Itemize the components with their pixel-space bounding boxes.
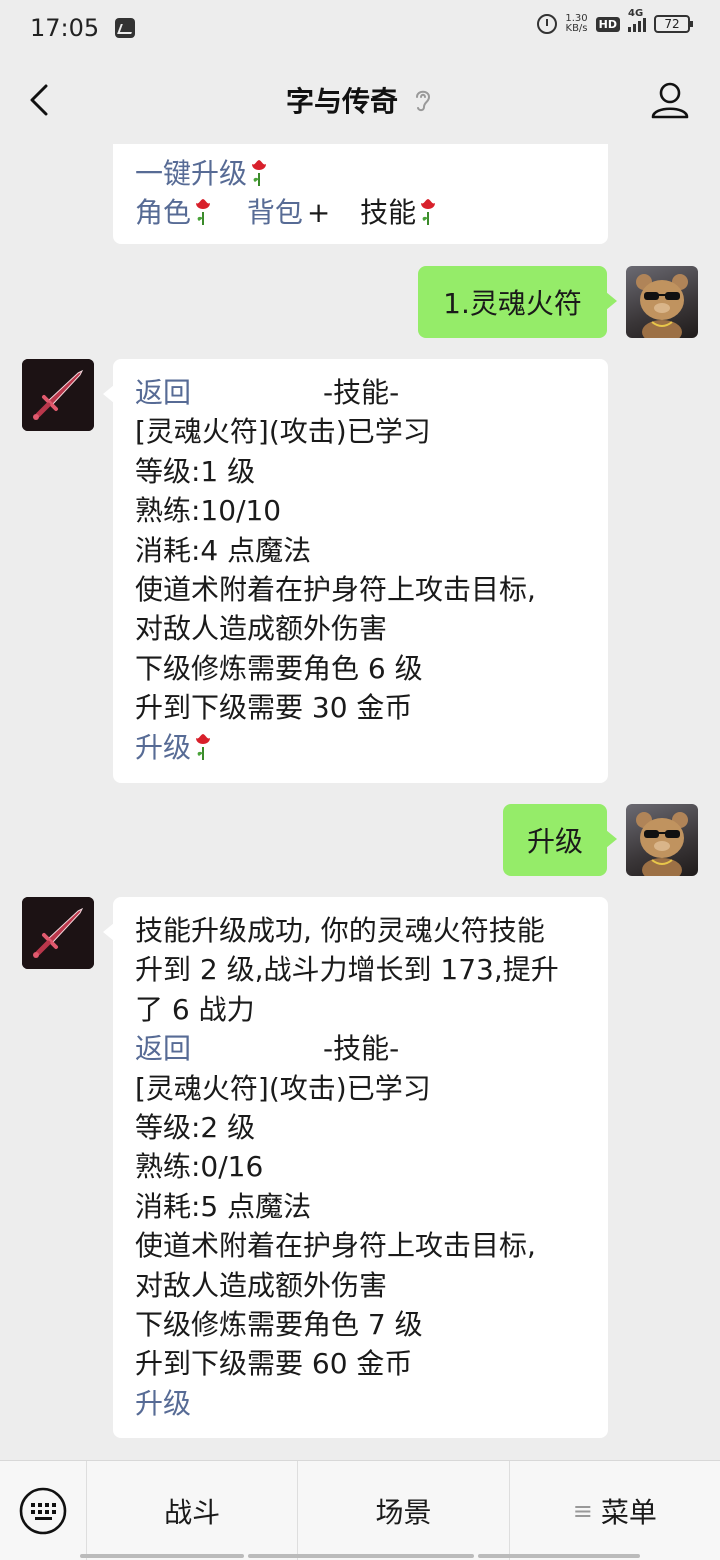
upgrade-link[interactable]: 升级 — [135, 731, 191, 764]
main-menu-button[interactable]: ≡ 菜单 — [508, 1460, 720, 1560]
ear-icon — [416, 90, 431, 112]
message-line: 升到下级需要 30 金币 — [135, 691, 413, 725]
teddy-bear-icon — [636, 274, 688, 338]
chat-title: 字与传奇 — [285, 85, 398, 118]
scene-menu-button[interactable]: 场景 — [297, 1460, 508, 1560]
message-line: 消耗:5 点魔法 — [135, 1189, 312, 1223]
alarm-icon — [537, 14, 558, 34]
menu-indicator — [80, 1554, 244, 1558]
menu-indicator — [478, 1554, 640, 1558]
message-line: 对敌人造成额外伤害 — [135, 1268, 388, 1302]
message-bubble-incoming: 技能升级成功, 你的灵魂火符技能 升到 2 级,战斗力增长到 173,提升 了 … — [103, 897, 608, 1438]
bot-avatar[interactable] — [22, 897, 94, 969]
back-arrow-icon[interactable] — [26, 84, 56, 116]
user-avatar[interactable] — [626, 266, 698, 338]
message-bubble-outgoing: 升级 — [503, 804, 617, 876]
message-bubble-incoming: 返回 -技能- [灵魂火符](攻击)已学习 等级:1 级 熟练:10/10 消耗:… — [103, 359, 608, 783]
sword-icon — [22, 897, 94, 969]
hd-badge: HD — [595, 16, 620, 32]
message-line: 对敌人造成额外伤害 — [135, 612, 388, 646]
message-line: 等级:1 级 — [135, 454, 256, 488]
back-link[interactable]: 返回 — [135, 1032, 191, 1065]
message-line: 升到 2 级,战斗力增长到 173,提升 — [135, 953, 559, 987]
message-line: [灵魂火符](攻击)已学习 — [135, 1071, 431, 1105]
bot-avatar[interactable] — [22, 359, 94, 431]
status-indicators: 1.30 KB/s HD 4G 72 — [537, 8, 693, 34]
skill-header-row: 返回 -技能- — [135, 373, 586, 412]
message-line: 了 6 战力 — [135, 992, 255, 1026]
rose-icon — [252, 160, 267, 186]
message-line: [灵魂火符](攻击)已学习 — [135, 415, 431, 449]
message-bubble-incoming: 一键升级 角色 背包 + 技能 — [113, 144, 608, 244]
message-line: 下级修炼需要角色 6 级 — [135, 651, 423, 685]
network-speed-unit: KB/s — [565, 23, 588, 34]
keyboard-toggle-button[interactable] — [0, 1461, 86, 1560]
skill-title: -技能- — [323, 1032, 400, 1066]
message-text: 升级 — [526, 825, 583, 858]
bag-suffix: + — [306, 196, 331, 230]
network-speed: 1.30 KB/s — [565, 14, 587, 34]
message-line: 一键升级 — [135, 154, 586, 193]
battle-menu-label: 战斗 — [164, 1495, 221, 1529]
network-type: 4G — [628, 8, 644, 19]
message-line: 消耗:4 点魔法 — [135, 533, 312, 567]
message-line: 熟练:0/16 — [135, 1150, 264, 1184]
chat-area[interactable]: 一键升级 角色 背包 + 技能 1.灵魂火符 返回 -技能- [灵魂火符](攻击… — [0, 144, 720, 1460]
battery-icon: 72 — [654, 15, 693, 33]
message-line: 熟练:10/10 — [135, 494, 282, 528]
keyboard-icon — [19, 1487, 67, 1534]
message-line: 技能升级成功, 你的灵魂火符技能 — [135, 914, 545, 947]
status-bar: 17:05 1.30 KB/s HD 4G 72 — [0, 0, 720, 56]
chat-header: 字与传奇 — [0, 56, 720, 144]
rose-icon — [421, 199, 436, 226]
message-line: 下级修炼需要角色 7 级 — [135, 1308, 423, 1342]
sword-icon — [22, 359, 94, 431]
back-link[interactable]: 返回 — [135, 376, 191, 409]
message-bubble-outgoing: 1.灵魂火符 — [418, 266, 617, 338]
skill-header-row: 返回 -技能- — [135, 1029, 586, 1068]
message-line: 等级:2 级 — [135, 1111, 256, 1145]
signal-icon: 4G — [628, 8, 646, 32]
upgrade-link[interactable]: 升级 — [135, 1387, 191, 1420]
message-line: 角色 背包 + 技能 — [135, 193, 586, 232]
user-avatar[interactable] — [626, 804, 698, 876]
scene-menu-label: 场景 — [375, 1495, 432, 1529]
notification-icon — [115, 18, 136, 38]
message-line: 使道术附着在护身符上攻击目标, — [135, 573, 536, 607]
one-click-upgrade-link[interactable]: 一键升级 — [135, 157, 247, 190]
message-line: 升到下级需要 60 金币 — [135, 1347, 413, 1381]
profile-icon[interactable] — [650, 80, 690, 120]
message-line: 使道术附着在护身符上攻击目标, — [135, 1229, 536, 1263]
battle-menu-button[interactable]: 战斗 — [86, 1460, 297, 1560]
skill-label: 技能 — [360, 196, 417, 230]
role-link[interactable]: 角色 — [135, 196, 191, 229]
main-menu-label: 菜单 — [600, 1495, 657, 1529]
message-line: 升级 — [135, 1384, 586, 1423]
bottom-menu-bar: 战斗 场景 ≡ 菜单 — [0, 1460, 720, 1560]
message-line: 升级 — [135, 728, 586, 767]
skill-title: -技能- — [323, 376, 400, 409]
bag-link[interactable]: 背包 — [247, 196, 303, 229]
rose-icon — [196, 199, 211, 226]
menu-lines-icon: ≡ — [572, 1496, 593, 1525]
teddy-bear-icon — [636, 812, 688, 876]
message-text: 1.灵魂火符 — [443, 287, 582, 320]
status-time: 17:05 — [30, 14, 100, 42]
rose-icon — [196, 733, 211, 760]
menu-indicator — [248, 1554, 474, 1558]
